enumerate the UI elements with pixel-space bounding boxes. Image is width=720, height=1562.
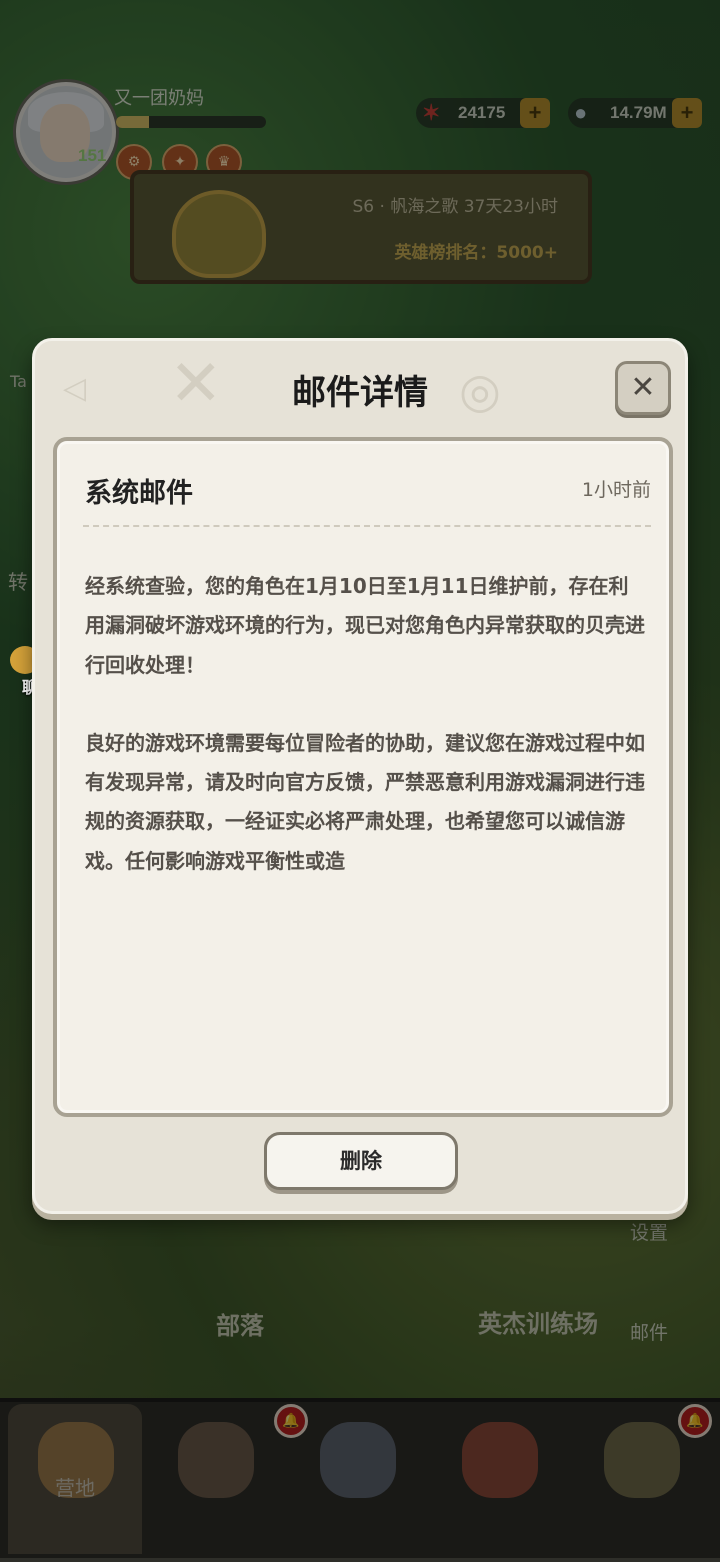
mail-detail-dialog: ◁ ✕ ◎ 邮件详情 ✕ 系统邮件 1小时前 经系统查验，您的角色在1月10日至… bbox=[32, 338, 688, 1214]
mail-time: 1小时前 bbox=[581, 479, 651, 501]
mail-paragraph: 良好的游戏环境需要每位冒险者的协助，建议您在游戏过程中如有发现异常，请及时向官方… bbox=[85, 730, 645, 873]
dialog-title: 邮件详情 bbox=[292, 373, 428, 413]
close-icon: ✕ bbox=[630, 370, 656, 405]
close-button[interactable]: ✕ bbox=[615, 361, 671, 415]
mail-body: 经系统查验，您的角色在1月10日至1月11日维护前，存在利用漏洞破坏游戏环境的行… bbox=[85, 567, 645, 920]
mail-content-panel[interactable]: 系统邮件 1小时前 经系统查验，您的角色在1月10日至1月11日维护前，存在利用… bbox=[53, 437, 673, 1117]
delete-button[interactable]: 删除 bbox=[264, 1132, 458, 1190]
mail-subject: 系统邮件 bbox=[85, 478, 193, 509]
mail-divider bbox=[83, 525, 651, 527]
mail-paragraph: 经系统查验，您的角色在1月10日至1月11日维护前，存在利用漏洞破坏游戏环境的行… bbox=[85, 574, 645, 677]
